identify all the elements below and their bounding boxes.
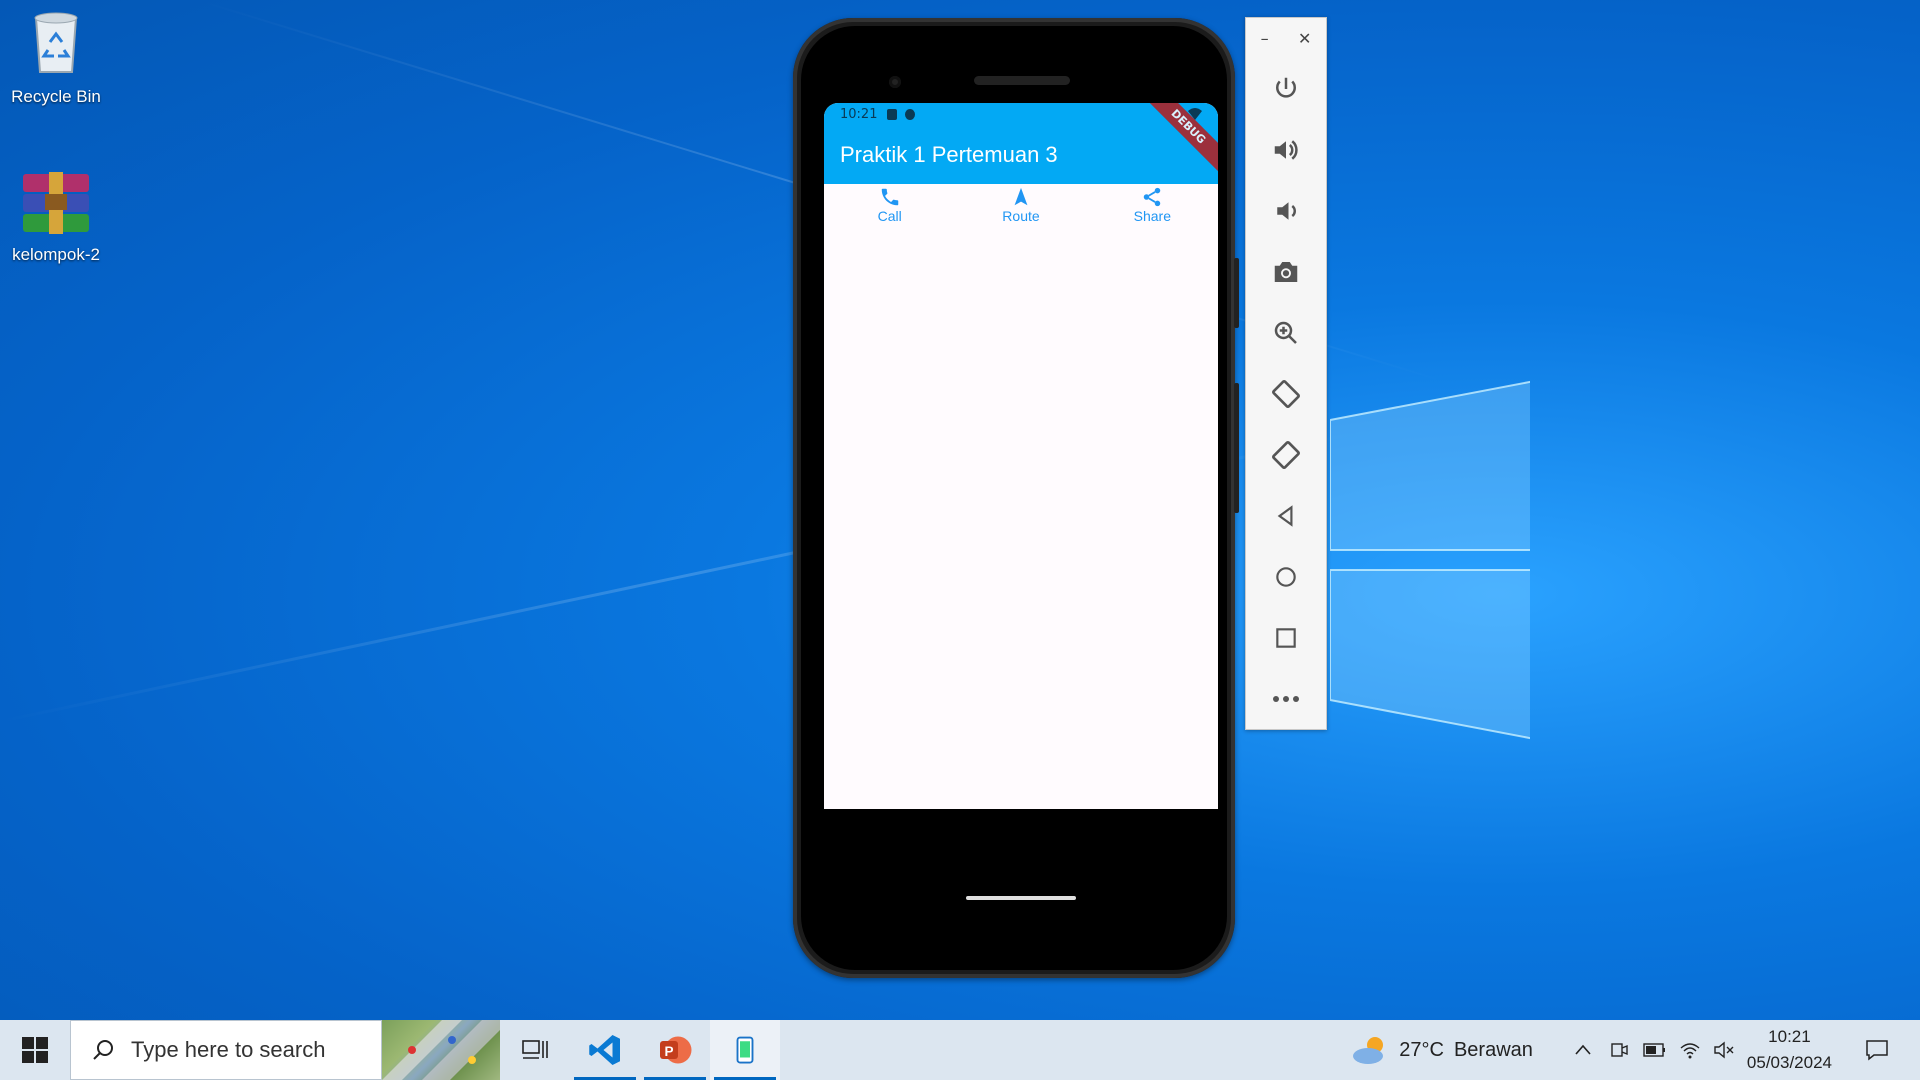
share-icon	[1144, 187, 1161, 207]
overview-icon	[1276, 627, 1296, 648]
volume-down-icon	[1277, 201, 1296, 220]
earpiece-speaker	[974, 76, 1070, 85]
more-icon	[1273, 695, 1299, 702]
call-button[interactable]: Call	[840, 186, 940, 224]
recycle-bin-icon	[34, 12, 78, 73]
notification-icon	[905, 108, 916, 120]
route-button[interactable]: Route	[971, 186, 1071, 224]
volume-muted-icon[interactable]	[1713, 1040, 1735, 1060]
route-label: Route	[1002, 208, 1040, 224]
home-button[interactable]	[1246, 546, 1326, 607]
power-side-button	[1234, 258, 1239, 328]
power-button[interactable]	[1246, 58, 1326, 119]
search-icon	[93, 1040, 113, 1060]
toolbar-window-controls: – ✕	[1246, 18, 1326, 58]
share-label: Share	[1133, 208, 1171, 224]
close-button[interactable]: ✕	[1298, 29, 1311, 48]
svg-text:P: P	[664, 1044, 673, 1059]
network-wifi-icon[interactable]	[1679, 1040, 1701, 1060]
windows-logo-wallpaper	[1330, 380, 1530, 740]
taskbar: Type here to search P 27°C Berawan 10:21…	[0, 1020, 1920, 1080]
desktop-icon-kelompok-2[interactable]: kelompok-2	[6, 172, 106, 265]
search-placeholder: Type here to search	[131, 1037, 326, 1062]
taskbar-powerpoint[interactable]: P	[640, 1020, 710, 1080]
system-tray: 27°C Berawan 10:21 05/03/2024	[1351, 1020, 1920, 1080]
back-button[interactable]	[1246, 485, 1326, 546]
volume-down-button[interactable]	[1246, 180, 1326, 241]
home-icon	[1276, 566, 1296, 587]
taskbar-search-box[interactable]: Type here to search	[70, 1020, 382, 1080]
powerpoint-icon: P	[660, 1036, 692, 1064]
camera-icon	[1274, 261, 1298, 282]
power-icon	[1276, 77, 1296, 98]
task-view-icon	[522, 1040, 548, 1059]
zoom-button[interactable]	[1246, 302, 1326, 363]
clock-time: 10:21	[1768, 1027, 1811, 1046]
rotate-right-icon	[1272, 440, 1300, 469]
volume-side-button	[1234, 383, 1239, 513]
app-title: Praktik 1 Pertemuan 3	[840, 141, 1058, 167]
screenshot-button[interactable]	[1246, 241, 1326, 302]
rotate-right-button[interactable]	[1246, 424, 1326, 485]
search-highlight-illustration	[382, 1020, 500, 1080]
clock-date: 05/03/2024	[1746, 1053, 1832, 1072]
navigation-arrow-icon	[1014, 187, 1028, 206]
zoom-in-icon	[1274, 321, 1297, 344]
button-row: Call Route Share	[824, 184, 1218, 224]
desktop-icon-recycle-bin[interactable]: Recycle Bin	[6, 8, 106, 107]
call-label: Call	[877, 208, 902, 224]
phone-icon	[881, 188, 898, 206]
rotate-left-icon	[1272, 379, 1300, 408]
volume-up-icon	[1274, 139, 1298, 160]
winrar-archive-icon	[23, 172, 89, 234]
weather-temp: 27°C	[1399, 1038, 1444, 1061]
weather-widget[interactable]: 27°C Berawan	[1351, 1034, 1533, 1066]
app-bar: Praktik 1 Pertemuan 3	[824, 125, 1218, 184]
back-icon	[1277, 504, 1293, 527]
device-screen[interactable]: 10:21 Praktik 1 Pertemuan 3 DEBUG Call R…	[824, 103, 1218, 809]
start-button[interactable]	[0, 1020, 70, 1080]
notification-center-icon[interactable]	[1864, 1037, 1890, 1063]
android-emulator-device: 10:21 Praktik 1 Pertemuan 3 DEBUG Call R…	[793, 18, 1239, 978]
search-highlight-image[interactable]	[382, 1020, 500, 1080]
emulator-toolbar: – ✕	[1245, 17, 1327, 730]
weather-condition: Berawan	[1453, 1038, 1533, 1061]
sim-icon	[887, 108, 898, 120]
windows-start-icon	[22, 1037, 48, 1063]
share-button[interactable]: Share	[1102, 186, 1202, 224]
gesture-home-bar[interactable]	[966, 896, 1076, 900]
taskbar-clock[interactable]: 10:21 05/03/2024	[1747, 1024, 1832, 1076]
taskbar-android-emulator[interactable]	[710, 1020, 780, 1080]
more-button[interactable]	[1246, 668, 1326, 729]
task-view-button[interactable]	[500, 1020, 570, 1080]
desktop-icon-label: Recycle Bin	[11, 87, 101, 106]
battery-icon[interactable]	[1643, 1042, 1667, 1058]
taskbar-vscode[interactable]	[570, 1020, 640, 1080]
meet-now-icon[interactable]	[1609, 1040, 1629, 1060]
status-time: 10:21	[840, 106, 878, 122]
partly-cloudy-icon	[1353, 1037, 1384, 1064]
rotate-left-button[interactable]	[1246, 363, 1326, 424]
overview-button[interactable]	[1246, 607, 1326, 668]
vscode-icon	[589, 1035, 620, 1065]
volume-up-button[interactable]	[1246, 119, 1326, 180]
chevron-up-icon[interactable]	[1573, 1040, 1593, 1060]
minimize-button[interactable]: –	[1261, 29, 1269, 48]
desktop-icon-label: kelompok-2	[12, 245, 100, 264]
front-camera	[889, 76, 901, 88]
emulator-icon	[736, 1036, 754, 1064]
